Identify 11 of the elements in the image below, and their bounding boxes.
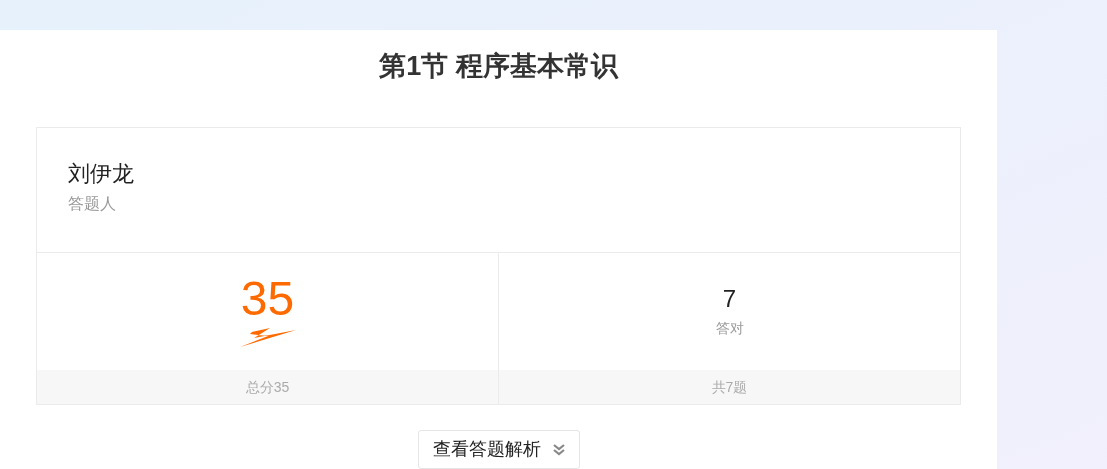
brush-stroke-icon	[239, 328, 296, 347]
double-chevron-down-icon	[552, 443, 565, 456]
correct-count: 7	[722, 284, 737, 314]
stat-footer: 总分35	[37, 370, 498, 404]
correct-label: 答对	[715, 319, 744, 337]
view-analysis-button[interactable]: 查看答题解析	[417, 430, 580, 469]
respondent-name: 刘伊龙	[68, 160, 134, 188]
stat-footer: 共7题	[499, 370, 960, 404]
section-title: 第1节 程序基本常识	[379, 50, 618, 82]
total-score: 35	[240, 275, 295, 323]
respondent-label: 答题人	[68, 194, 116, 214]
